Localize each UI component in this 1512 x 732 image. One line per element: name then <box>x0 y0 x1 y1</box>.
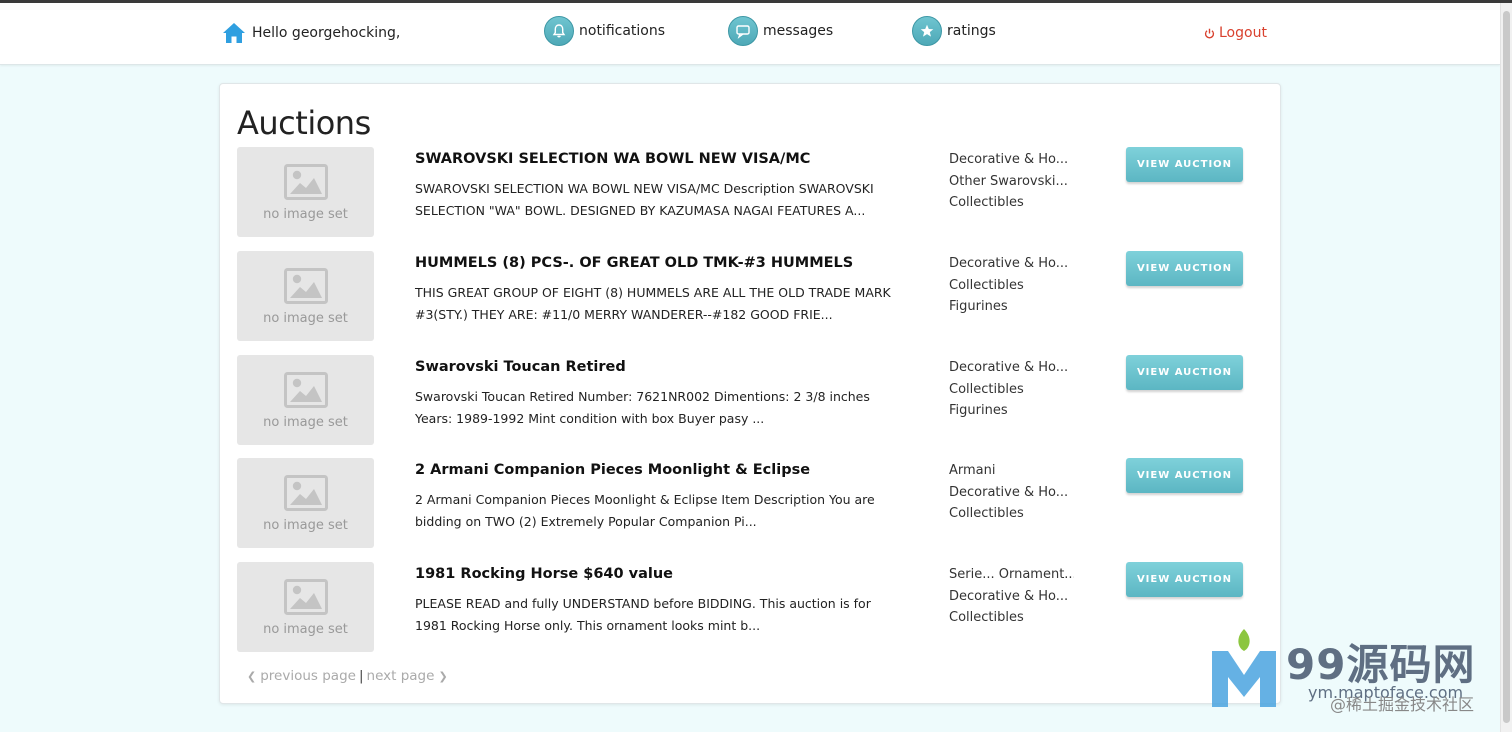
no-image-label: no image set <box>263 622 348 637</box>
category-item[interactable]: Collectibles <box>949 192 1074 214</box>
ratings-link[interactable]: ratings <box>912 16 996 46</box>
auction-title[interactable]: SWAROVSKI SELECTION WA BOWL NEW VISA/MC <box>415 151 915 167</box>
auction-categories: Armani Decorative & Ho... Collectibles <box>949 460 1074 525</box>
auction-thumbnail[interactable]: no image set <box>237 562 374 652</box>
greeting-text: Hello georgehocking, <box>252 25 401 41</box>
power-icon <box>1204 28 1215 38</box>
logout-button[interactable]: Logout <box>1204 25 1267 41</box>
auction-description: Swarovski Toucan Retired Number: 7621NR0… <box>415 389 870 426</box>
messages-badge <box>728 16 758 46</box>
image-placeholder-icon <box>284 475 328 511</box>
auction-thumbnail[interactable]: no image set <box>237 355 374 445</box>
image-placeholder-icon <box>284 268 328 304</box>
category-item[interactable]: Decorative & Ho... <box>949 357 1074 379</box>
home-link[interactable]: Hello georgehocking, <box>222 22 400 44</box>
auction-categories: Decorative & Ho... Collectibles Figurine… <box>949 253 1074 318</box>
no-image-label: no image set <box>263 311 348 326</box>
auction-thumbnail[interactable]: no image set <box>237 251 374 341</box>
auction-description: PLEASE READ and fully UNDERSTAND before … <box>415 596 871 633</box>
view-auction-button[interactable]: VIEW AUCTION <box>1126 562 1243 597</box>
category-item[interactable]: Serie... Ornament... <box>949 564 1074 586</box>
category-item[interactable]: Decorative & Ho... <box>949 149 1074 171</box>
watermark-sub: @稀土掘金技术社区 <box>1330 695 1475 714</box>
auction-title[interactable]: HUMMELS (8) PCS-. OF GREAT OLD TMK-#3 HU… <box>415 255 915 271</box>
category-item[interactable]: Collectibles <box>949 379 1074 401</box>
scrollbar-thumb[interactable] <box>1503 11 1510 723</box>
auction-categories: Decorative & Ho... Collectibles Figurine… <box>949 357 1074 422</box>
auction-row: no image set HUMMELS (8) PCS-. OF GREAT … <box>237 251 1257 341</box>
auction-row: no image set Swarovski Toucan Retired Sw… <box>237 355 1257 445</box>
bell-icon <box>552 24 566 38</box>
auction-row: no image set 1981 Rocking Horse $640 val… <box>237 562 1257 652</box>
chevron-left-icon: ❮ <box>247 669 257 683</box>
category-item[interactable]: Figurines <box>949 296 1074 318</box>
view-auction-button[interactable]: VIEW AUCTION <box>1126 251 1243 286</box>
view-auction-button[interactable]: VIEW AUCTION <box>1126 147 1243 182</box>
auction-thumbnail[interactable]: no image set <box>237 458 374 548</box>
category-item[interactable]: Collectibles <box>949 275 1074 297</box>
page-title: Auctions <box>237 104 371 142</box>
messages-label: messages <box>763 23 834 39</box>
watermark-logo-icon <box>1212 629 1276 707</box>
category-item[interactable]: Figurines <box>949 400 1074 422</box>
previous-page-link[interactable]: previous page <box>260 668 356 684</box>
image-placeholder-icon <box>284 372 328 408</box>
no-image-label: no image set <box>263 518 348 533</box>
messages-link[interactable]: messages <box>728 16 833 46</box>
site-watermark: 99源码网 ym.maptoface.com @稀土掘金技术社区 <box>1210 625 1500 732</box>
category-item[interactable]: Other Swarovski... <box>949 171 1074 193</box>
category-item[interactable]: Collectibles <box>949 607 1074 629</box>
auction-title[interactable]: 2 Armani Companion Pieces Moonlight & Ec… <box>415 462 915 478</box>
image-placeholder-icon <box>284 164 328 200</box>
auction-thumbnail[interactable]: no image set <box>237 147 374 237</box>
logout-label: Logout <box>1219 25 1267 41</box>
home-icon <box>223 23 245 43</box>
notifications-badge <box>544 16 574 46</box>
view-auction-button[interactable]: VIEW AUCTION <box>1126 355 1243 390</box>
auction-row: no image set 2 Armani Companion Pieces M… <box>237 458 1257 548</box>
no-image-label: no image set <box>263 415 348 430</box>
category-item[interactable]: Decorative & Ho... <box>949 586 1074 608</box>
auction-title[interactable]: 1981 Rocking Horse $640 value <box>415 566 915 582</box>
pager-separator: | <box>358 668 364 684</box>
top-navbar: Hello georgehocking, notifications messa… <box>0 3 1500 65</box>
category-item[interactable]: Collectibles <box>949 503 1074 525</box>
page-scrollbar[interactable] <box>1500 3 1512 732</box>
notifications-link[interactable]: notifications <box>544 16 665 46</box>
chevron-right-icon: ❯ <box>438 669 448 683</box>
category-item[interactable]: Decorative & Ho... <box>949 253 1074 275</box>
auction-description: SWAROVSKI SELECTION WA BOWL NEW VISA/MC … <box>415 181 874 218</box>
ratings-badge <box>912 16 942 46</box>
auction-description: THIS GREAT GROUP OF EIGHT (8) HUMMELS AR… <box>415 285 891 322</box>
image-placeholder-icon <box>284 579 328 615</box>
auction-title[interactable]: Swarovski Toucan Retired <box>415 359 915 375</box>
auction-categories: Decorative & Ho... Other Swarovski... Co… <box>949 149 1074 214</box>
auction-description: 2 Armani Companion Pieces Moonlight & Ec… <box>415 492 875 529</box>
star-icon <box>920 24 934 37</box>
ratings-label: ratings <box>947 23 996 39</box>
notifications-label: notifications <box>579 23 666 39</box>
pagination: ❮ previous page | next page ❯ <box>243 668 452 684</box>
next-page-link[interactable]: next page <box>367 668 435 684</box>
chat-icon <box>736 25 750 39</box>
auction-categories: Serie... Ornament... Decorative & Ho... … <box>949 564 1074 629</box>
category-item[interactable]: Decorative & Ho... <box>949 482 1074 504</box>
auctions-panel: Auctions no image set SWAROVSKI SELECTIO… <box>219 83 1281 704</box>
view-auction-button[interactable]: VIEW AUCTION <box>1126 458 1243 493</box>
category-item[interactable]: Armani <box>949 460 1074 482</box>
auction-row: no image set SWAROVSKI SELECTION WA BOWL… <box>237 147 1257 237</box>
no-image-label: no image set <box>263 207 348 222</box>
